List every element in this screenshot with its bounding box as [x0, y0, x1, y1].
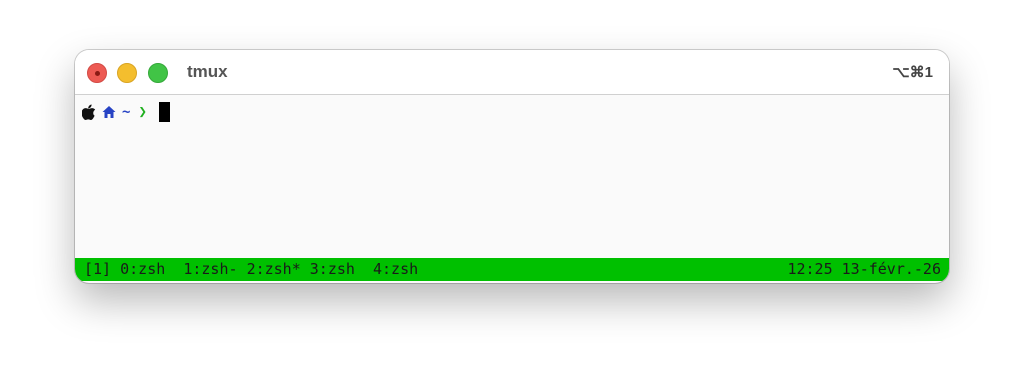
current-path: ~ — [122, 104, 131, 120]
prompt-arrow: ❯ — [138, 104, 147, 120]
minimize-button[interactable] — [117, 63, 137, 83]
shell-prompt: ~ ❯ — [81, 102, 170, 122]
window-shortcut: ⌥⌘1 — [892, 64, 933, 81]
window-tab-0[interactable]: 0:zsh — [120, 260, 165, 278]
status-left: [1] 0:zsh 1:zsh- 2:zsh* 3:zsh 4:zsh — [84, 258, 418, 281]
terminal-pane[interactable]: ~ ❯ — [75, 95, 949, 258]
window-tab-3[interactable]: 3:zsh — [310, 260, 355, 278]
home-icon — [102, 105, 116, 119]
title-bar[interactable]: tmux ⌥⌘1 — [75, 50, 949, 95]
close-button[interactable] — [87, 63, 107, 83]
apple-icon — [81, 104, 96, 120]
window-tab-4[interactable]: 4:zsh — [373, 260, 418, 278]
text-cursor — [158, 102, 170, 122]
window-title: tmux — [187, 62, 228, 81]
status-clock: 12:25 13-févr.-26 — [787, 260, 941, 278]
terminal-window: tmux ⌥⌘1 ~ ❯ [1] 0:zsh 1:zsh- 2:zsh* 3:z… — [75, 50, 949, 283]
window-tab-2[interactable]: 2:zsh* — [247, 260, 301, 278]
tmux-status-bar: [1] 0:zsh 1:zsh- 2:zsh* 3:zsh 4:zsh 12:2… — [75, 258, 949, 281]
session-label: [1] — [84, 260, 112, 278]
window-tab-1[interactable]: 1:zsh- — [183, 260, 237, 278]
maximize-button[interactable] — [148, 63, 168, 83]
